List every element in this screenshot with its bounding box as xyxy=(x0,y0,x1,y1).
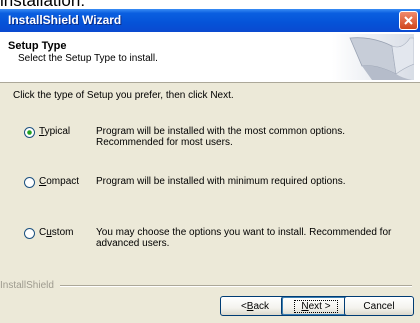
option-custom-description: You may choose the options you want to i… xyxy=(96,227,392,249)
radio-typical[interactable] xyxy=(24,127,35,138)
header-subtitle: Select the Setup Type to install. xyxy=(18,53,158,64)
back-button[interactable]: < Back xyxy=(220,296,290,316)
option-custom-label[interactable]: Custom xyxy=(39,227,73,239)
close-icon xyxy=(404,16,413,25)
branding-text: InstallShield xyxy=(0,280,57,291)
wizard-header: Setup Type Select the Setup Type to inst… xyxy=(0,32,420,83)
close-button[interactable] xyxy=(399,11,418,30)
installshield-wizard-window: InstallShield Wizard Setup Type Select t… xyxy=(0,9,420,323)
branding-divider xyxy=(60,285,412,287)
window-title: InstallShield Wizard xyxy=(8,13,122,27)
installshield-branding: InstallShield xyxy=(0,280,420,291)
title-bar[interactable]: InstallShield Wizard xyxy=(0,9,420,32)
option-compact-label[interactable]: Compact xyxy=(39,176,79,188)
option-typical-label[interactable]: Typical xyxy=(39,126,70,138)
option-typical-description: Program will be installed with the most … xyxy=(96,126,345,148)
option-compact-description: Program will be installed with minimum r… xyxy=(96,176,346,187)
cancel-button[interactable]: Cancel xyxy=(344,296,414,316)
installshield-banner-graphic xyxy=(332,34,414,80)
instruction-text: Click the type of Setup you prefer, then… xyxy=(13,90,234,101)
wizard-body: Click the type of Setup you prefer, then… xyxy=(0,84,420,274)
radio-custom[interactable] xyxy=(24,228,35,239)
document-caption: installation: xyxy=(0,0,86,10)
next-button[interactable]: Next > xyxy=(281,296,351,316)
radio-compact[interactable] xyxy=(24,177,35,188)
header-title: Setup Type xyxy=(8,40,67,52)
